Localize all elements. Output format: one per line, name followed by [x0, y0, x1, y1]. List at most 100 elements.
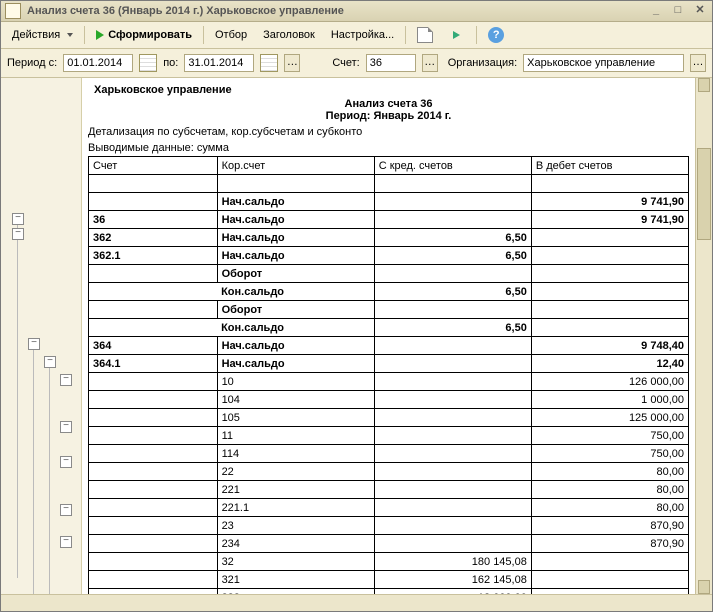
- table-row[interactable]: 234870,90: [89, 535, 689, 553]
- org-input[interactable]: [527, 57, 680, 69]
- cell: [89, 373, 218, 391]
- cell: 364.1: [89, 355, 218, 373]
- table-row[interactable]: Оборот: [89, 265, 689, 283]
- cell: 362.1: [89, 247, 218, 265]
- report-meta1: Детализация по субсчетам, кор.субсчетам …: [88, 126, 689, 138]
- filter-button[interactable]: Отбор: [208, 24, 254, 46]
- outline-gutter: − − − − − − − − −: [1, 78, 82, 594]
- separator: [84, 26, 85, 44]
- calendar-from-icon[interactable]: [139, 54, 157, 72]
- outline-node[interactable]: −: [60, 456, 72, 468]
- outline-node[interactable]: −: [60, 536, 72, 548]
- cell: 114: [217, 445, 374, 463]
- table-row[interactable]: 1041 000,00: [89, 391, 689, 409]
- outline-node[interactable]: −: [60, 374, 72, 386]
- cell: Нач.сальдо: [217, 355, 374, 373]
- document-icon: [417, 27, 433, 43]
- toolbar: Действия Сформировать Отбор Заголовок На…: [1, 22, 712, 49]
- period-to-field[interactable]: [184, 54, 254, 72]
- table-row[interactable]: 36Нач.сальдо9 741,90: [89, 211, 689, 229]
- cell: [89, 571, 218, 589]
- table-row[interactable]: 23870,90: [89, 517, 689, 535]
- period-from-field[interactable]: [63, 54, 133, 72]
- cell: 9 741,90: [531, 211, 688, 229]
- calendar-to-icon[interactable]: [260, 54, 278, 72]
- help-button[interactable]: ?: [481, 24, 511, 46]
- cell: 12,40: [531, 355, 688, 373]
- minimize-button[interactable]: _: [648, 4, 664, 18]
- account-field[interactable]: [366, 54, 416, 72]
- cell: [374, 499, 531, 517]
- cell: [374, 193, 531, 211]
- form-button[interactable]: Сформировать: [89, 24, 199, 46]
- title-bar: Анализ счета 36 (Январь 2014 г.) Харьков…: [1, 1, 712, 22]
- toolbar-icon-1[interactable]: [410, 24, 440, 46]
- separator: [476, 26, 477, 44]
- cell: 162 145,08: [374, 571, 531, 589]
- table-row[interactable]: 362Нач.сальдо6,50: [89, 229, 689, 247]
- account-input[interactable]: [370, 57, 412, 69]
- table-row[interactable]: 362.1Нач.сальдо6,50: [89, 247, 689, 265]
- table-row[interactable]: 105125 000,00: [89, 409, 689, 427]
- org-field[interactable]: [523, 54, 684, 72]
- table-row[interactable]: 114750,00: [89, 445, 689, 463]
- report-table: Счет Кор.счет С кред. счетов В дебет сче…: [88, 156, 689, 594]
- cell: 6,50: [374, 247, 531, 265]
- outline-node[interactable]: −: [44, 356, 56, 368]
- maximize-button[interactable]: □: [670, 4, 686, 18]
- table-row[interactable]: 10126 000,00: [89, 373, 689, 391]
- col-debit: В дебет счетов: [531, 157, 688, 175]
- close-button[interactable]: ✕: [692, 4, 708, 18]
- actions-menu[interactable]: Действия: [5, 24, 80, 46]
- table-header-row: Счет Кор.счет С кред. счетов В дебет сче…: [89, 157, 689, 175]
- vertical-scrollbar[interactable]: [695, 78, 712, 594]
- table-row[interactable]: 221.180,00: [89, 499, 689, 517]
- scroll-up-arrow[interactable]: [698, 78, 710, 92]
- separator: [405, 26, 406, 44]
- cell: [89, 553, 218, 571]
- cell: Оборот: [217, 265, 374, 283]
- period-from-input[interactable]: [67, 57, 129, 69]
- table-row[interactable]: Нач.сальдо9 741,90: [89, 193, 689, 211]
- cell: [374, 301, 531, 319]
- cell: [89, 499, 218, 517]
- account-label: Счет:: [332, 57, 359, 69]
- account-more-button[interactable]: …: [422, 54, 438, 72]
- cell: 221: [217, 481, 374, 499]
- table-row[interactable]: 2280,00: [89, 463, 689, 481]
- cell: [89, 535, 218, 553]
- cell: [89, 481, 218, 499]
- outline-node[interactable]: −: [28, 338, 40, 350]
- period-to-input[interactable]: [188, 57, 250, 69]
- heading-button[interactable]: Заголовок: [256, 24, 322, 46]
- cell: [374, 211, 531, 229]
- outline-node[interactable]: −: [60, 421, 72, 433]
- outline-node[interactable]: −: [12, 228, 24, 240]
- table-row[interactable]: Кон.сальдо6,50: [89, 283, 689, 301]
- scroll-down-arrow[interactable]: [698, 580, 710, 594]
- table-row[interactable]: 364Нач.сальдо9 748,40: [89, 337, 689, 355]
- col-corr: Кор.счет: [217, 157, 374, 175]
- table-row[interactable]: Оборот: [89, 301, 689, 319]
- horizontal-scrollbar[interactable]: [1, 594, 712, 611]
- cell: Кон.сальдо: [217, 283, 374, 301]
- outline-node[interactable]: −: [12, 213, 24, 225]
- table-row[interactable]: 11750,00: [89, 427, 689, 445]
- toolbar-icon-2[interactable]: [442, 24, 472, 46]
- settings-button[interactable]: Настройка...: [324, 24, 401, 46]
- report-meta2: Выводимые данные: сумма: [88, 142, 689, 154]
- period-more-button[interactable]: …: [284, 54, 300, 72]
- cell: 32: [217, 553, 374, 571]
- app-icon: [5, 3, 21, 19]
- table-row[interactable]: 22180,00: [89, 481, 689, 499]
- scroll-thumb[interactable]: [697, 148, 711, 240]
- cell: 22: [217, 463, 374, 481]
- table-row[interactable]: 321162 145,08: [89, 571, 689, 589]
- table-row[interactable]: Кон.сальдо6,50: [89, 319, 689, 337]
- outline-node[interactable]: −: [60, 504, 72, 516]
- cell: 321: [217, 571, 374, 589]
- cell: [531, 229, 688, 247]
- table-row[interactable]: 32180 145,08: [89, 553, 689, 571]
- org-more-button[interactable]: …: [690, 54, 706, 72]
- table-row[interactable]: 364.1Нач.сальдо 12,40: [89, 355, 689, 373]
